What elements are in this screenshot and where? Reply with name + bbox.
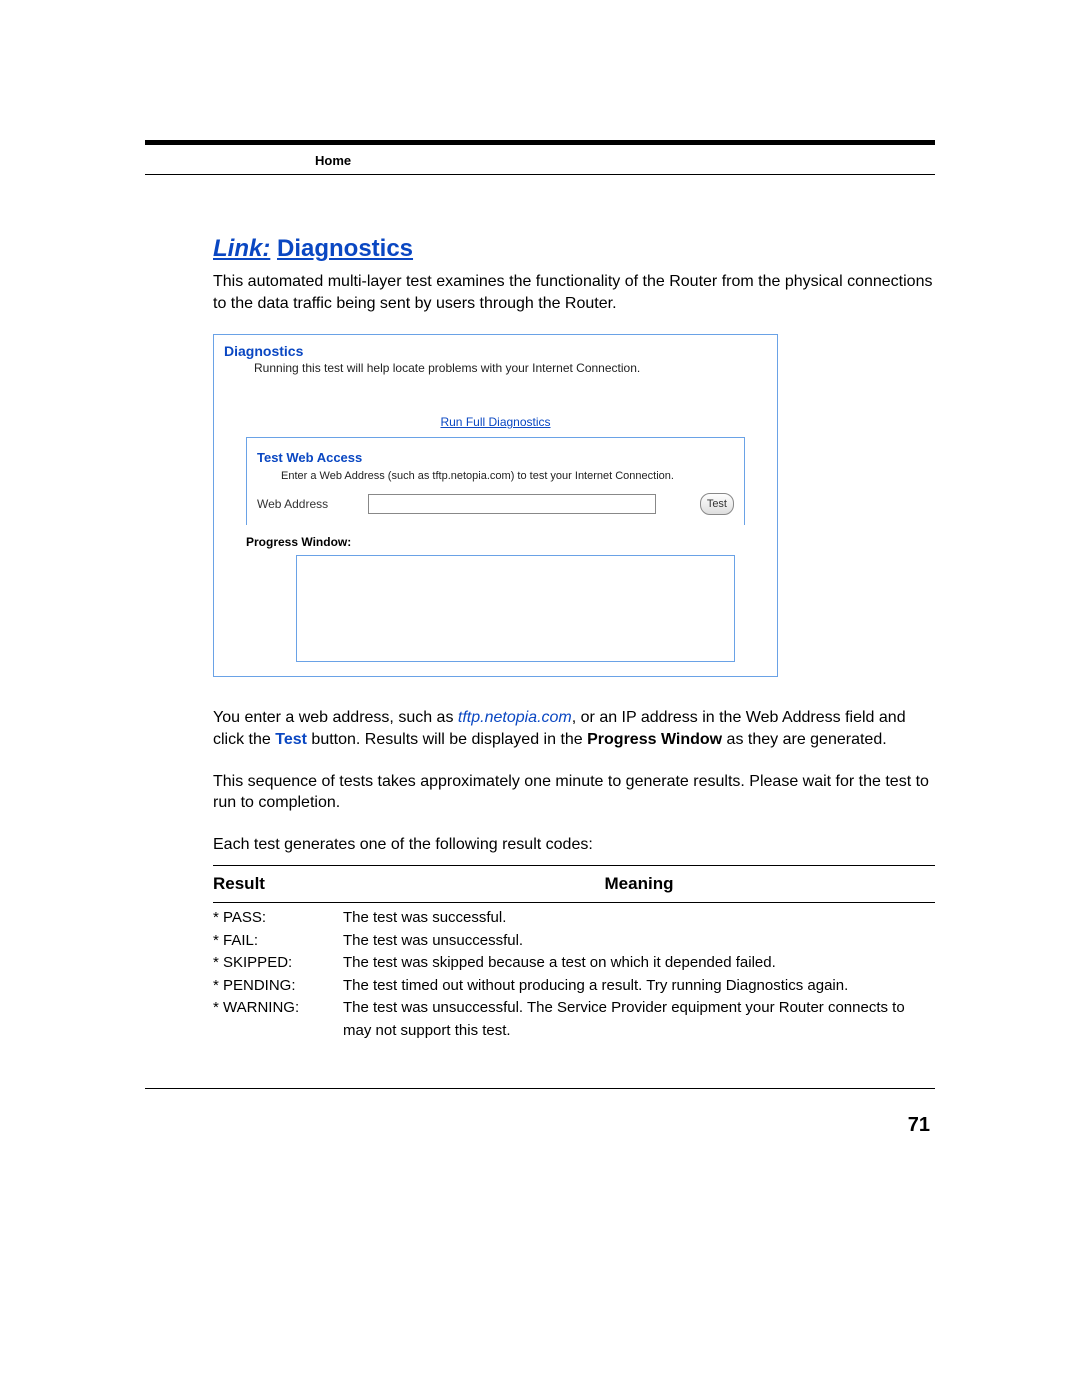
top-thick-rule [145,140,935,145]
example-address: tftp.netopia.com [458,709,572,726]
intro-paragraph: This automated multi-layer test examines… [213,271,935,314]
result-meaning: The test was successful. [343,907,935,930]
instruction-paragraph-1: You enter a web address, such as tftp.ne… [213,707,935,750]
content-area: Link: Diagnostics This automated multi-l… [145,175,935,1042]
instruction-paragraph-2: This sequence of tests takes approximate… [213,771,935,814]
text-fragment: You enter a web address, such as [213,709,458,726]
test-button-ref: Test [275,731,307,748]
instruction-paragraph-3: Each test generates one of the following… [213,834,935,856]
result-meaning: The test was skipped because a test on w… [343,952,935,975]
page-container: Home Link: Diagnostics This automated mu… [0,0,1080,1397]
diagnostics-panel: Diagnostics Running this test will help … [213,334,778,677]
result-meaning: The test timed out without producing a r… [343,975,935,998]
result-meaning: The test was unsuccessful. [343,930,935,953]
web-address-input[interactable] [368,494,656,514]
heading-main: Diagnostics [277,235,413,262]
result-code: * SKIPPED: [213,952,343,975]
result-code: * PASS: [213,907,343,930]
result-table-wrap: Result Meaning * PASS: The test was succ… [213,865,935,1042]
table-row: * PASS: The test was successful. [213,907,935,930]
result-meaning: The test was unsuccessful. The Service P… [343,997,935,1042]
test-button[interactable]: Test [700,493,734,515]
panel-subtitle: Running this test will help locate probl… [254,361,767,375]
heading-prefix: Link: [213,235,270,262]
test-web-access-box: Test Web Access Enter a Web Address (suc… [246,437,745,525]
result-code: * FAIL: [213,930,343,953]
panel-title: Diagnostics [224,343,767,359]
progress-area: Progress Window: [246,535,745,662]
table-row: * PENDING: The test timed out without pr… [213,975,935,998]
result-code: * PENDING: [213,975,343,998]
run-full-diagnostics-link[interactable]: Run Full Diagnostics [224,415,767,429]
text-fragment: as they are generated. [722,731,887,748]
table-row: * FAIL: The test was unsuccessful. [213,930,935,953]
web-address-label: Web Address [257,497,328,511]
table-row: * WARNING: The test was unsuccessful. Th… [213,997,935,1042]
progress-window-box [296,555,735,662]
test-web-access-desc: Enter a Web Address (such as tftp.netopi… [281,469,734,483]
table-mid-rule [213,902,935,903]
page-number: 71 [908,1114,930,1137]
test-web-access-title: Test Web Access [257,450,734,465]
result-table-body: * PASS: The test was successful. * FAIL:… [213,907,935,1042]
header-result: Result [213,874,343,894]
table-top-rule [213,865,935,866]
web-address-row: Web Address Test [257,493,734,515]
header-section-label: Home [145,151,935,174]
table-row: * SKIPPED: The test was skipped because … [213,952,935,975]
text-fragment: button. Results will be displayed in the [307,731,587,748]
header-meaning: Meaning [343,874,935,894]
result-code: * WARNING: [213,997,343,1042]
result-table-header-row: Result Meaning [213,870,935,898]
footer-rule [145,1088,935,1089]
progress-window-ref: Progress Window [587,731,722,748]
section-heading: Link: Diagnostics [213,235,935,263]
progress-window-label: Progress Window: [246,535,745,549]
